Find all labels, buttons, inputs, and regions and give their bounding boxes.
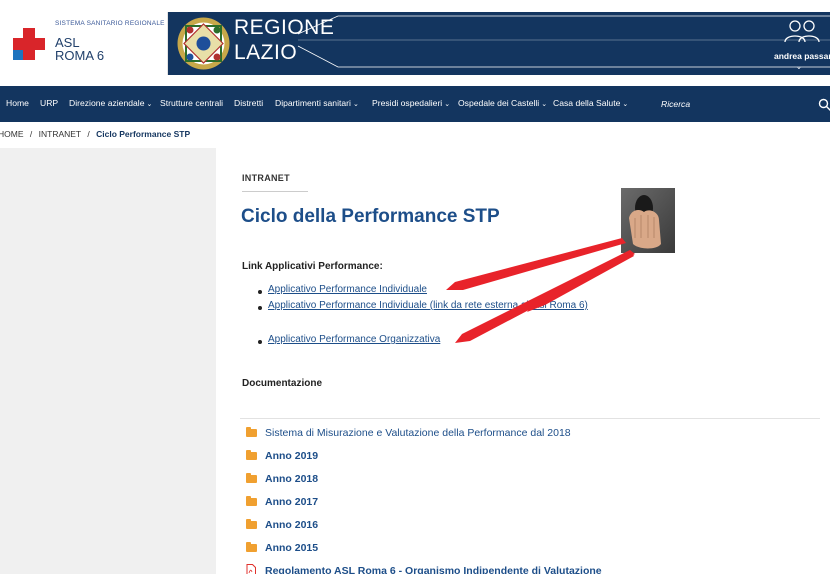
- asl-subtitle: SISTEMA SANITARIO REGIONALE: [55, 20, 165, 27]
- section-kicker: INTRANET: [242, 173, 290, 183]
- main-navigation: Home URP Direzione aziendale ⌄ Strutture …: [0, 86, 830, 122]
- nav-item-casa-della-salute[interactable]: Casa della Salute ⌄: [553, 98, 628, 108]
- chevron-down-icon: ⌄: [541, 101, 548, 108]
- link-performance-individuale-esterna[interactable]: Applicativo Performance Individuale (lin…: [268, 300, 588, 311]
- folder-icon: [246, 473, 257, 483]
- list-bullet: [258, 290, 262, 294]
- folder-icon: [246, 427, 257, 437]
- regione-title-line1: REGIONE: [234, 16, 335, 39]
- nav-item-ospedale-dei-castelli[interactable]: Ospedale dei Castelli ⌄: [458, 98, 547, 108]
- chevron-down-icon: ⌄: [622, 101, 629, 108]
- search-input[interactable]: [653, 92, 813, 116]
- pdf-file-icon: [246, 564, 256, 574]
- left-sidebar: [0, 148, 216, 574]
- links-heading: Link Applicativi Performance:: [242, 261, 383, 272]
- regione-title-line2: LAZIO: [234, 41, 298, 64]
- mouse-hand-image: [621, 188, 675, 253]
- user-group-icon[interactable]: [780, 18, 824, 44]
- regione-crest-icon[interactable]: [176, 16, 231, 71]
- documentation-divider: [240, 418, 820, 419]
- user-name[interactable]: andrea passaret: [774, 51, 830, 61]
- main-content: INTRANET Ciclo della Performance STP Lin…: [216, 148, 830, 574]
- nav-item-direzione-aziendale[interactable]: Direzione aziendale ⌄: [69, 98, 152, 108]
- folder-icon: [246, 519, 257, 529]
- nav-item-distretti[interactable]: Distretti: [234, 98, 263, 108]
- nav-item-home[interactable]: Home: [6, 98, 29, 108]
- list-bullet: [258, 306, 262, 310]
- asl-name-line2: ROMA 6: [55, 48, 105, 63]
- breadcrumb-intranet[interactable]: INTRANET: [39, 129, 81, 139]
- link-performance-individuale[interactable]: Applicativo Performance Individuale: [268, 284, 427, 295]
- asl-logo[interactable]: SISTEMA SANITARIO REGIONALE ASL ROMA 6: [5, 12, 168, 75]
- nav-item-dipartimenti-sanitari[interactable]: Dipartimenti sanitari ⌄: [275, 98, 359, 108]
- chevron-down-icon: ⌄: [444, 101, 451, 108]
- list-bullet: [258, 340, 262, 344]
- nav-item-urp[interactable]: URP: [40, 98, 58, 108]
- nav-item-strutture-centrali[interactable]: Strutture centrali: [160, 98, 223, 108]
- link-performance-organizzativa[interactable]: Applicativo Performance Organizzativa: [268, 334, 440, 345]
- nav-item-presidi-ospedalieri[interactable]: Presidi ospedalieri ⌄: [372, 98, 450, 108]
- breadcrumb: HOME / INTRANET / Ciclo Performance STP: [0, 129, 190, 139]
- chevron-down-icon: ⌄: [146, 101, 153, 108]
- chevron-down-icon: ⌄: [352, 101, 359, 108]
- asl-cross-icon: [13, 28, 45, 60]
- page-title: Ciclo della Performance STP: [241, 206, 500, 227]
- breadcrumb-home[interactable]: HOME: [0, 129, 24, 139]
- kicker-divider: [242, 191, 308, 192]
- breadcrumb-current: Ciclo Performance STP: [96, 129, 191, 139]
- documentation-heading: Documentazione: [242, 378, 323, 389]
- breadcrumb-separator: /: [29, 129, 33, 139]
- site-header: SISTEMA SANITARIO REGIONALE ASL ROMA 6 R…: [0, 0, 830, 86]
- search-icon[interactable]: [818, 98, 830, 112]
- folder-icon: [246, 542, 257, 552]
- folder-icon: [246, 496, 257, 506]
- breadcrumb-separator: /: [87, 129, 90, 139]
- folder-icon: [246, 450, 257, 460]
- user-menu-chevron-icon[interactable]: ⌄: [796, 63, 802, 71]
